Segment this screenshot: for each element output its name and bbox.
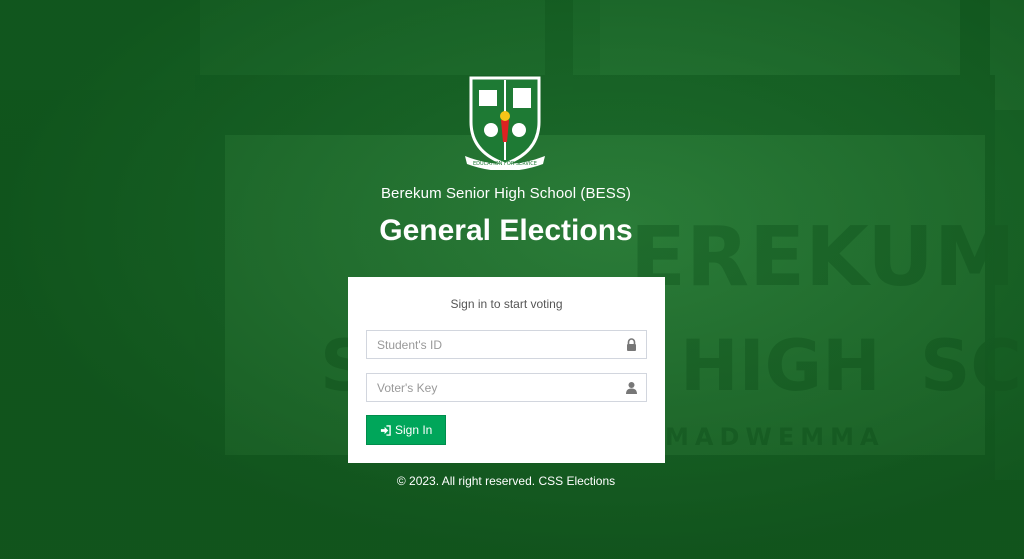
voter-key-field-wrapper: [366, 373, 647, 402]
student-id-field-wrapper: [366, 330, 647, 359]
footer-copyright: © 2023. All right reserved. CSS Election…: [396, 474, 616, 488]
login-page: EREKUM S HIGH SC MADWEMMA EDUCATION FOR …: [0, 0, 1024, 559]
user-icon: [626, 382, 637, 394]
sign-in-icon: [380, 424, 391, 436]
lock-icon: [627, 338, 636, 351]
student-id-input[interactable]: [367, 331, 627, 358]
page-title: General Elections: [379, 214, 633, 247]
voter-key-input[interactable]: [367, 374, 627, 401]
crest-motto: EDUCATION FOR SERVICE: [473, 161, 537, 167]
school-name: Berekum Senior High School (BESS): [380, 185, 632, 202]
school-crest-logo: EDUCATION FOR SERVICE: [465, 76, 545, 170]
login-box: Sign in to start voting Sign In: [348, 277, 665, 463]
login-box-message: Sign in to start voting: [450, 297, 563, 311]
sign-in-button[interactable]: Sign In: [366, 415, 447, 445]
sign-in-label: Sign In: [395, 423, 433, 437]
